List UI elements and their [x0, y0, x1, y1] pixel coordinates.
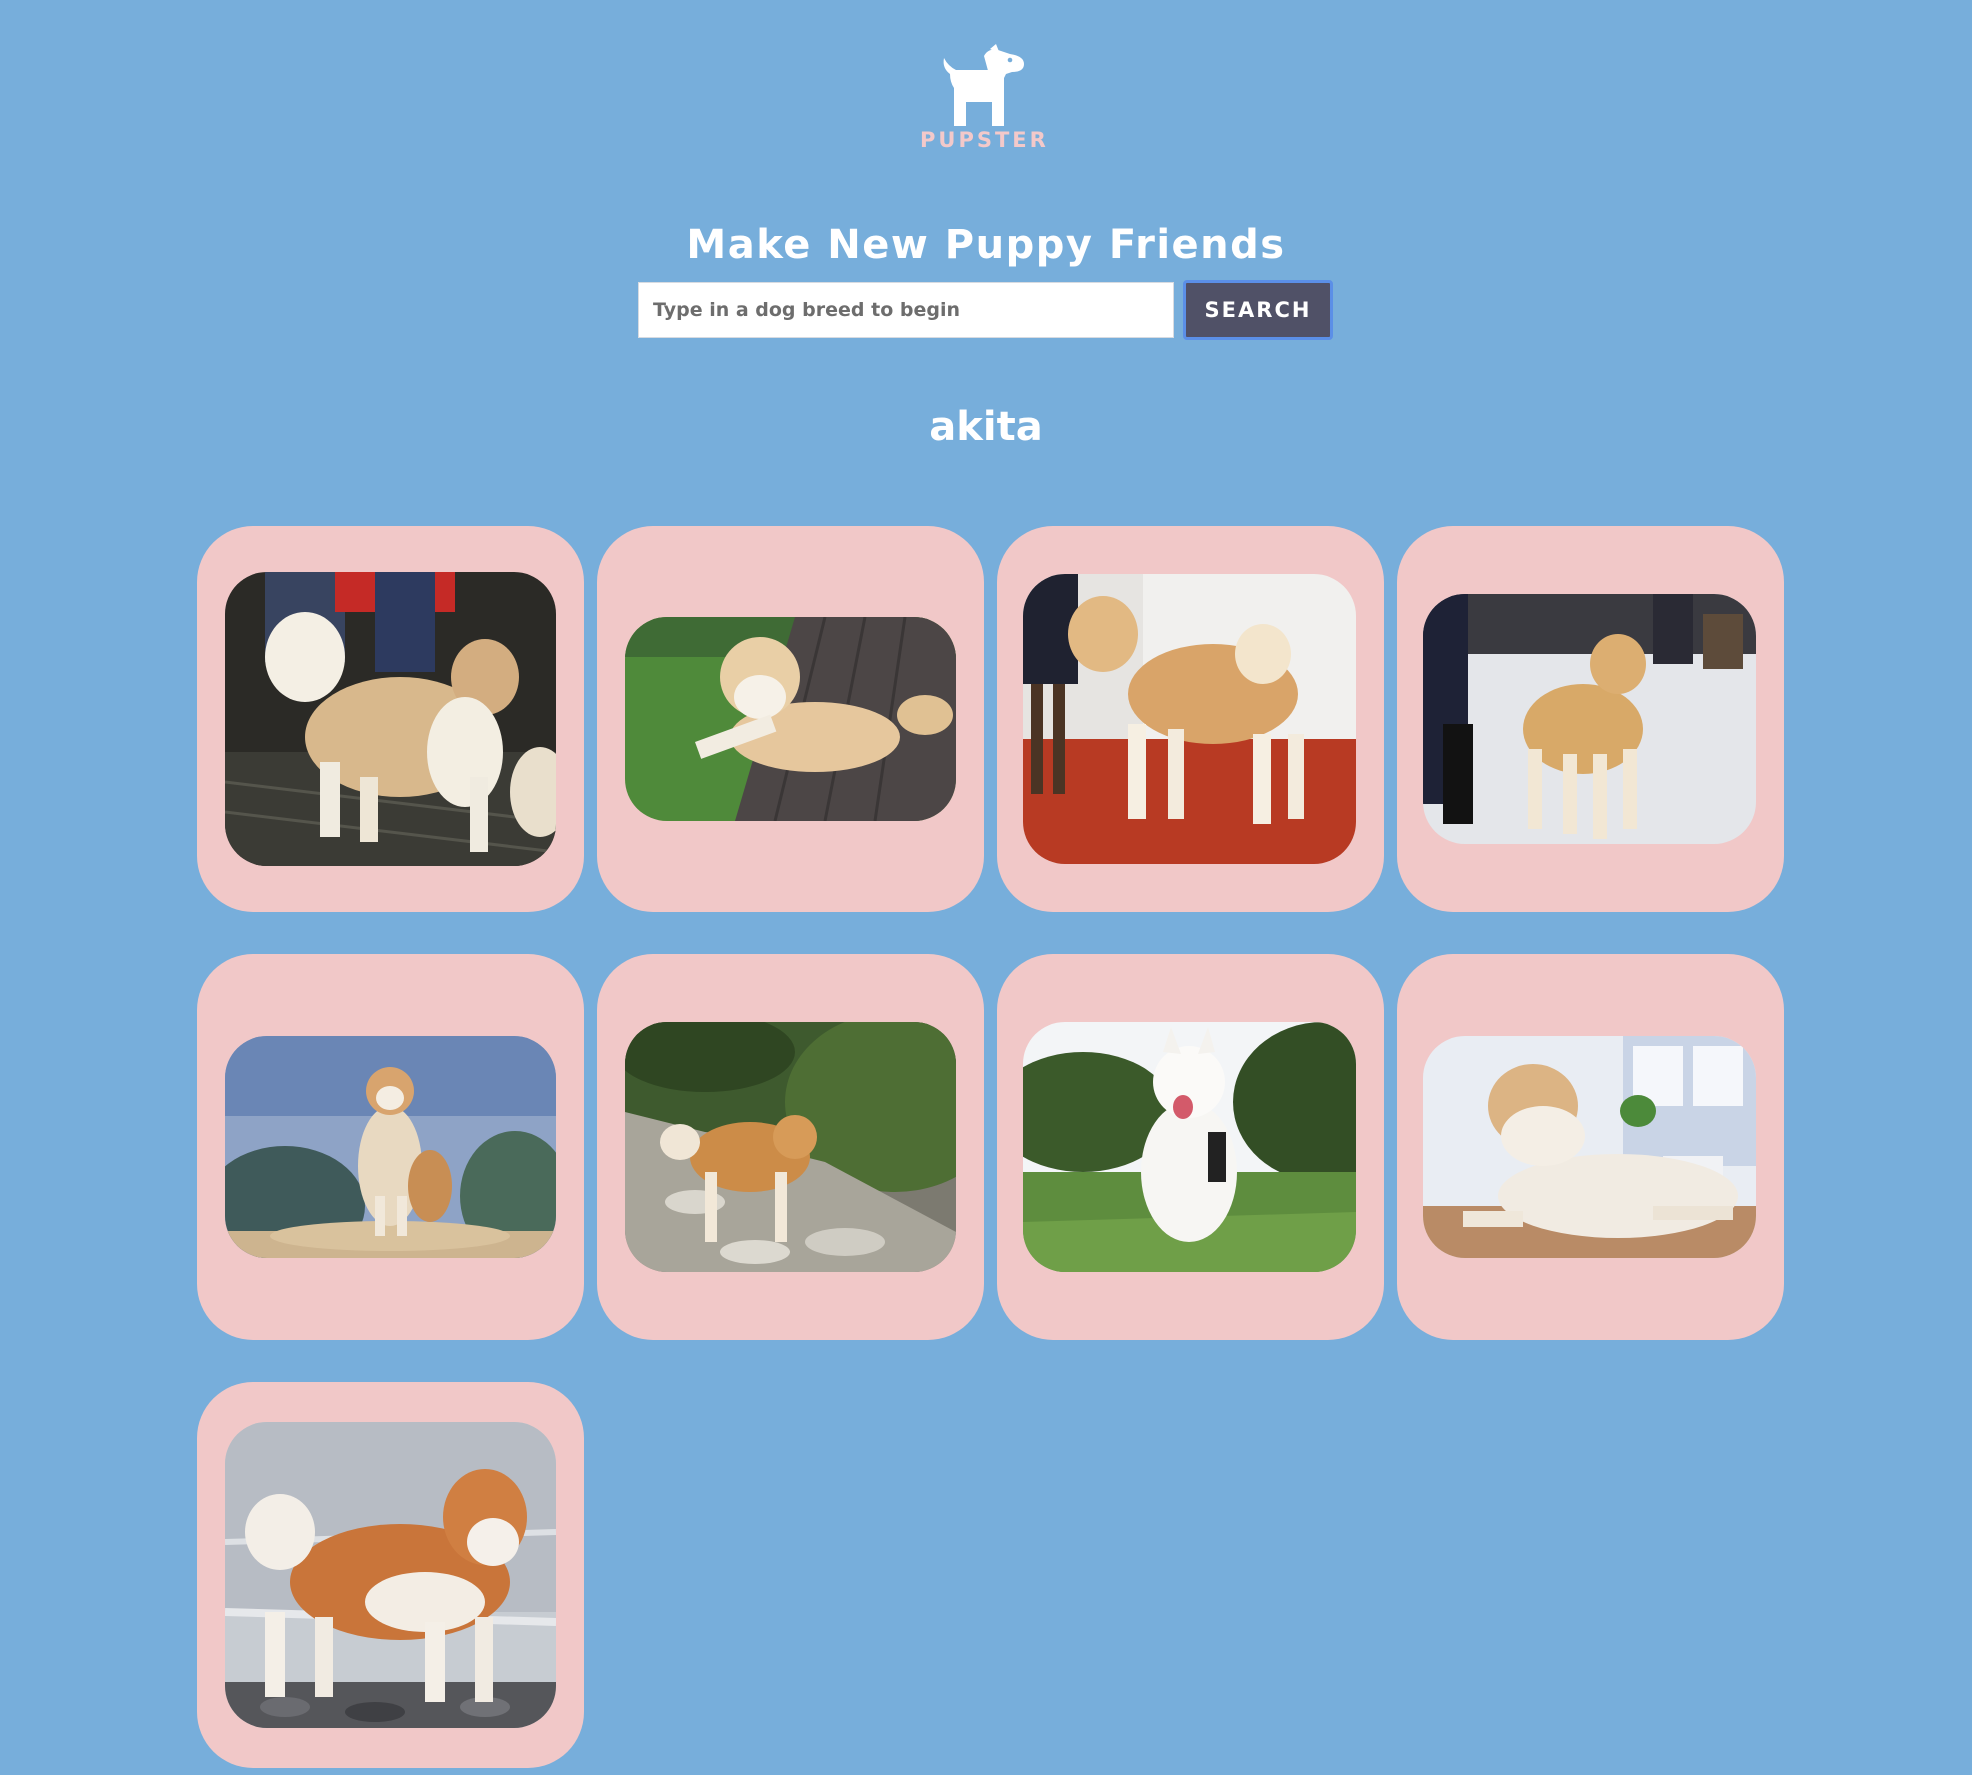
brand-name: PUPSTER	[920, 128, 1049, 152]
dog-icon	[943, 44, 1024, 126]
dog-photo	[1023, 574, 1356, 864]
dog-photo	[1023, 1022, 1356, 1272]
search-button[interactable]: SEARCH	[1183, 280, 1333, 340]
dog-card[interactable]	[197, 1382, 584, 1768]
dog-photo	[225, 572, 556, 866]
dog-photo	[625, 1022, 956, 1272]
dog-card[interactable]	[1397, 526, 1784, 912]
page-headline: Make New Puppy Friends	[686, 222, 1286, 268]
dog-photo	[1423, 1036, 1756, 1258]
dog-card[interactable]	[197, 954, 584, 1340]
dog-card[interactable]	[597, 954, 984, 1340]
search-bar: SEARCH	[638, 280, 1334, 340]
breed-search-input[interactable]	[638, 282, 1174, 338]
dog-card[interactable]	[197, 526, 584, 912]
dog-card[interactable]	[1397, 954, 1784, 1340]
pupster-logo[interactable]: PUPSTER	[920, 44, 1048, 154]
dog-photo	[225, 1422, 556, 1728]
dog-photo	[1423, 594, 1756, 844]
dog-photo	[625, 617, 956, 821]
breed-title: akita	[929, 404, 1043, 450]
dog-photo	[225, 1036, 556, 1258]
dog-card[interactable]	[597, 526, 984, 912]
dog-card[interactable]	[997, 954, 1384, 1340]
dog-card[interactable]	[997, 526, 1384, 912]
